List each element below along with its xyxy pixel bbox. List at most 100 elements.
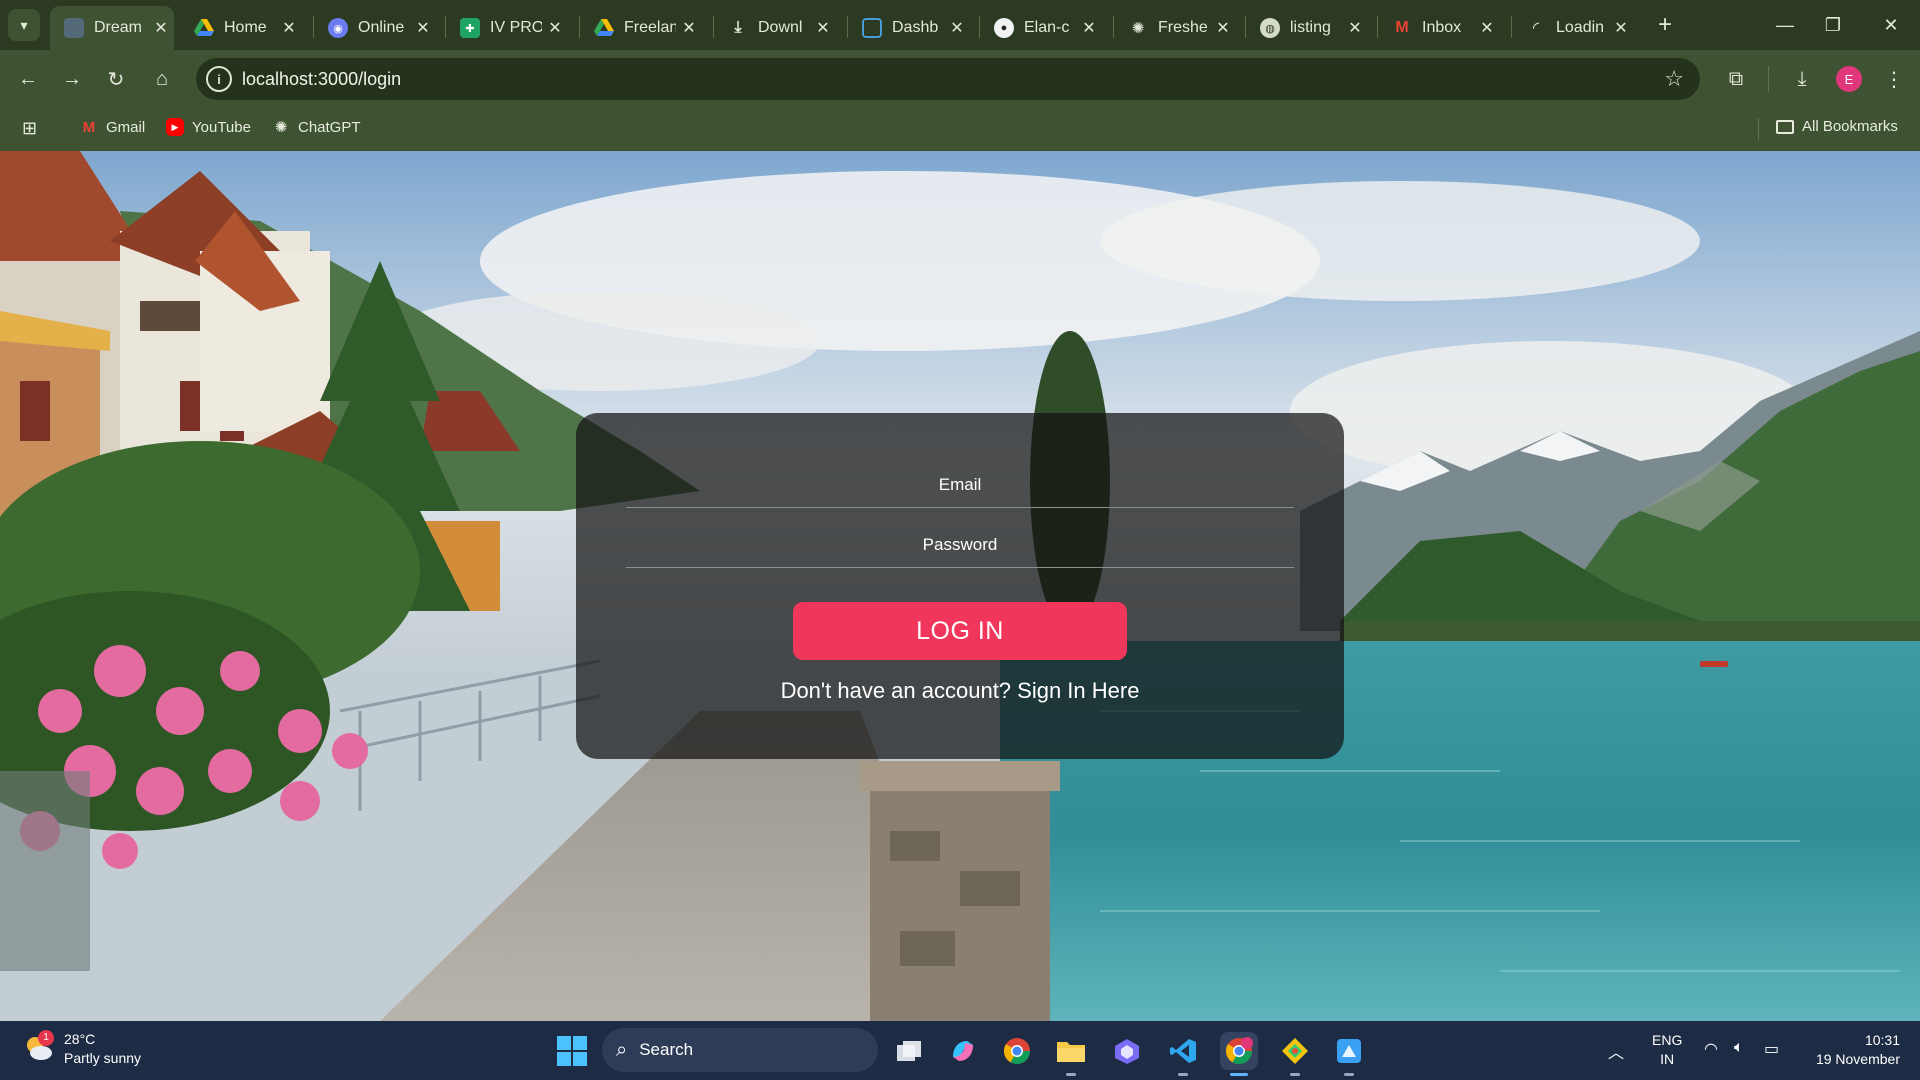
- running-indicator: [1344, 1073, 1354, 1076]
- tab-divider: [579, 16, 580, 38]
- reload-icon[interactable]: ↻: [100, 63, 132, 95]
- file-explorer-icon[interactable]: [1052, 1032, 1090, 1076]
- login-button[interactable]: LOG IN: [793, 602, 1127, 660]
- site-info-icon[interactable]: i: [206, 66, 232, 92]
- tab-downloads[interactable]: ⤓ Downl ✕: [714, 6, 836, 50]
- openai-icon: ✺: [1131, 20, 1145, 37]
- tab-inbox[interactable]: M Inbox ✕: [1378, 6, 1500, 50]
- running-indicator: [1178, 1073, 1188, 1076]
- volume-icon[interactable]: 🔈︎: [1734, 1039, 1744, 1057]
- tab-divider: [979, 16, 980, 38]
- restore-icon[interactable]: ❐: [1808, 0, 1858, 50]
- extensions-icon[interactable]: ⧉: [1720, 63, 1752, 95]
- tab-listing[interactable]: ◍ listing ✕: [1246, 6, 1368, 50]
- kebab-menu-icon[interactable]: ⋮: [1878, 63, 1910, 95]
- password-field[interactable]: Password: [626, 535, 1294, 568]
- all-bookmarks-button[interactable]: All Bookmarks: [1776, 118, 1898, 135]
- chevron-up-icon[interactable]: ︿: [1608, 1039, 1624, 1063]
- bookmark-star-icon[interactable]: ☆: [1664, 66, 1684, 92]
- password-label: Password: [922, 535, 998, 554]
- chevron-down-icon: ▾: [20, 16, 28, 33]
- url-text[interactable]: localhost:3000/login: [242, 69, 401, 90]
- google-drive-icon: [194, 18, 214, 38]
- gmail-icon: M: [82, 118, 96, 136]
- signup-link[interactable]: Don't have an account? Sign In Here: [576, 678, 1344, 704]
- weather-temperature: 28°C: [64, 1031, 96, 1047]
- running-indicator: [1230, 1073, 1248, 1076]
- clock-date: 19 November: [1815, 1051, 1900, 1067]
- close-tab-icon[interactable]: ✕: [1608, 18, 1634, 38]
- taskbar-search-box[interactable]: ⌕ Search: [602, 1028, 878, 1072]
- language-code: ENG: [1652, 1032, 1683, 1048]
- azure-data-studio-icon[interactable]: [1330, 1032, 1368, 1076]
- close-tab-icon[interactable]: ✕: [1474, 18, 1500, 38]
- bookmarks-bar: ⊞ M Gmail ▶ YouTube ✺ ChatGPT All Bookma…: [0, 108, 1920, 151]
- search-label: Search: [639, 1040, 694, 1059]
- tab-dream[interactable]: Dream ✕: [50, 6, 174, 50]
- home-icon[interactable]: ⌂: [146, 63, 178, 95]
- bookmark-gmail[interactable]: M Gmail: [80, 118, 145, 136]
- close-tab-icon[interactable]: ✕: [1210, 18, 1236, 38]
- close-tab-icon[interactable]: ✕: [944, 18, 970, 38]
- apps-grid-icon[interactable]: ⊞: [22, 118, 37, 139]
- site-favicon-icon: ◉: [328, 18, 348, 38]
- tab-online[interactable]: ◉ Online ✕: [314, 6, 436, 50]
- tab-iv-pro[interactable]: ✚ IV PRO ✕: [446, 6, 568, 50]
- bookmark-label: ChatGPT: [298, 118, 361, 136]
- language-indicator[interactable]: ENG IN: [1652, 1031, 1682, 1069]
- tab-divider: [1511, 16, 1512, 38]
- running-indicator: [1290, 1073, 1300, 1076]
- close-tab-icon[interactable]: ✕: [276, 18, 302, 38]
- close-tab-icon[interactable]: ✕: [810, 18, 836, 38]
- email-field[interactable]: Email: [626, 475, 1294, 508]
- weather-widget[interactable]: 1 28°C Partly sunny: [24, 1030, 141, 1068]
- browser-toolbar: ← → ↻ ⌂ i localhost:3000/login ☆ ⧉ ⤓ E ⋮: [0, 50, 1920, 108]
- tab-freelan[interactable]: Freelan ✕: [580, 6, 702, 50]
- copilot-icon[interactable]: [944, 1032, 982, 1070]
- tab-search-button[interactable]: ▾: [8, 9, 40, 41]
- tab-divider: [1245, 16, 1246, 38]
- windows-taskbar: 1 28°C Partly sunny ⌕ Search ︿ ENG IN ◠ …: [0, 1021, 1920, 1080]
- tab-title: Loadin: [1556, 19, 1605, 36]
- new-tab-button[interactable]: +: [1650, 10, 1680, 40]
- close-tab-icon[interactable]: ✕: [1342, 18, 1368, 38]
- download-icon[interactable]: ⤓: [1786, 63, 1818, 95]
- tab-title: Elan-c: [1024, 19, 1070, 36]
- close-tab-icon[interactable]: ✕: [676, 18, 702, 38]
- address-bar[interactable]: i localhost:3000/login ☆: [196, 58, 1700, 100]
- close-tab-icon[interactable]: ✕: [542, 18, 568, 38]
- tab-home[interactable]: Home ✕: [180, 6, 302, 50]
- close-tab-icon[interactable]: ✕: [1076, 18, 1102, 38]
- tab-github[interactable]: ● Elan-c ✕: [980, 6, 1102, 50]
- bookmark-youtube[interactable]: ▶ YouTube: [166, 118, 251, 136]
- tab-dashboard[interactable]: Dashb ✕: [848, 6, 970, 50]
- chrome-icon[interactable]: [998, 1032, 1036, 1070]
- search-icon: ⌕: [616, 1038, 628, 1061]
- copilot-app-icon[interactable]: [1108, 1032, 1146, 1070]
- back-arrow-icon[interactable]: ←: [12, 63, 44, 95]
- bookmark-chatgpt[interactable]: ✺ ChatGPT: [272, 118, 361, 137]
- profile-avatar[interactable]: E: [1836, 66, 1862, 92]
- task-view-icon[interactable]: [890, 1032, 928, 1070]
- login-page: Email Password LOG IN Don't have an acco…: [0, 151, 1920, 1021]
- bookmark-label: YouTube: [192, 118, 251, 136]
- wifi-icon[interactable]: ◠: [1704, 1039, 1718, 1059]
- git-app-icon[interactable]: [1276, 1032, 1314, 1076]
- tab-fresher[interactable]: ✺ Freshe ✕: [1114, 6, 1236, 50]
- page-favicon-icon: [64, 18, 84, 38]
- close-tab-icon[interactable]: ✕: [410, 18, 436, 38]
- login-card: Email Password LOG IN Don't have an acco…: [576, 413, 1344, 759]
- tab-loading[interactable]: ◜ Loadin ✕: [1512, 6, 1634, 50]
- vscode-icon[interactable]: [1164, 1032, 1202, 1076]
- system-clock[interactable]: 10:31 19 November: [1800, 1031, 1900, 1069]
- weather-description: Partly sunny: [64, 1050, 142, 1066]
- chrome-profile-icon[interactable]: [1220, 1032, 1258, 1076]
- tab-title: Freelan: [624, 19, 676, 36]
- windows-start-icon[interactable]: [556, 1035, 588, 1067]
- battery-icon[interactable]: ▭: [1764, 1039, 1779, 1059]
- minimize-icon[interactable]: —: [1760, 0, 1810, 50]
- close-window-icon[interactable]: ✕: [1866, 0, 1916, 50]
- close-tab-icon[interactable]: ✕: [148, 18, 174, 38]
- forward-arrow-icon[interactable]: →: [56, 63, 88, 95]
- tab-title: Inbox: [1422, 19, 1462, 36]
